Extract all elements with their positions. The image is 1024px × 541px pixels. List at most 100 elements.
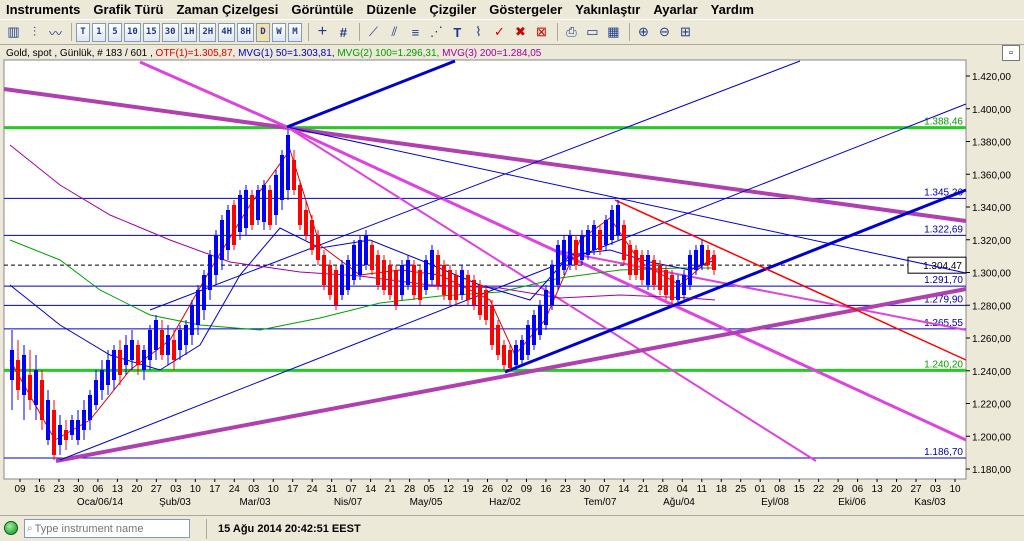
candle-body — [532, 315, 536, 345]
candle-body — [136, 345, 140, 365]
delete-all-icon[interactable]: ⊠ — [532, 23, 551, 42]
text-icon[interactable]: T — [448, 23, 467, 42]
candle-body — [550, 265, 554, 305]
candle-body — [544, 290, 548, 325]
candle-body — [94, 380, 98, 405]
timeframe-4H[interactable]: 4H — [218, 22, 236, 42]
menu-2[interactable]: Zaman Çizelgesi — [170, 2, 285, 17]
timeframe-2H[interactable]: 2H — [199, 22, 217, 42]
candle-body — [196, 290, 200, 325]
candle-body — [454, 275, 458, 300]
separator — [358, 23, 360, 41]
chart-type-icon[interactable]: ▥ — [4, 23, 23, 42]
timeframe-M[interactable]: M — [287, 22, 302, 42]
candle-body — [664, 270, 668, 295]
menu-1[interactable]: Grafik Türü — [87, 2, 170, 17]
timeframe-W[interactable]: W — [271, 22, 286, 42]
day-tick-label: 09 — [14, 484, 26, 495]
level-label: 1.291,70 — [924, 275, 963, 286]
timeframe-1[interactable]: 1 — [92, 22, 106, 42]
gann-fan-icon[interactable]: ⋰ — [427, 23, 446, 42]
instrument-search[interactable]: ⌕ — [24, 519, 190, 538]
menu-8[interactable]: Ayarlar — [647, 2, 704, 17]
bar-chart-icon[interactable]: ⫶ — [25, 23, 44, 42]
day-tick-label: 03 — [248, 484, 260, 495]
channel-icon[interactable]: ⫽ — [385, 23, 404, 42]
crosshair-icon[interactable]: + — [313, 23, 332, 42]
month-label: Ağu/04 — [663, 497, 695, 508]
menu-0[interactable]: Instruments — [0, 2, 87, 17]
timeframe-T[interactable]: T — [76, 22, 90, 42]
candle-body — [250, 195, 254, 225]
zoom-out-icon[interactable]: ⊖ — [655, 23, 674, 42]
timeframe-D[interactable]: D — [255, 22, 270, 42]
month-label: Kas/03 — [914, 497, 946, 508]
hash-grid-icon[interactable]: # — [334, 23, 353, 42]
day-tick-label: 26 — [482, 484, 494, 495]
cycles-icon[interactable]: ⌇ — [469, 23, 488, 42]
day-tick-label: 21 — [385, 484, 397, 495]
day-tick-label: 24 — [229, 484, 241, 495]
table-icon[interactable]: ▦ — [604, 23, 623, 42]
candle-body — [478, 285, 482, 315]
candle-body — [76, 420, 80, 440]
menu-7[interactable]: Yakınlaştır — [569, 2, 647, 17]
print-icon[interactable]: ⎙ — [562, 23, 581, 42]
candle-body — [304, 210, 308, 235]
candle-body — [406, 260, 410, 285]
zoom-in-icon[interactable]: ⊕ — [634, 23, 653, 42]
month-label: Nis/07 — [334, 497, 363, 508]
timeframe-5[interactable]: 5 — [108, 22, 122, 42]
candle-body — [22, 355, 26, 395]
timeframe-15[interactable]: 15 — [142, 22, 160, 42]
timeframe-10[interactable]: 10 — [124, 22, 141, 42]
day-tick-label: 05 — [424, 484, 436, 495]
check-icon[interactable]: ✓ — [490, 23, 509, 42]
menu-3[interactable]: Görüntüle — [285, 2, 360, 17]
candle-body — [394, 270, 398, 305]
price-tick-label: 1.420,00 — [972, 72, 1011, 83]
day-tick-label: 16 — [34, 484, 46, 495]
fit-icon[interactable]: ⊞ — [676, 23, 695, 42]
candle-body — [430, 250, 434, 280]
candle-body — [418, 270, 422, 300]
price-chart[interactable]: 1.420,00 1.400,00 1.380,00 1.360,00 1.340,00… — [0, 46, 1024, 514]
menu-4[interactable]: Düzenle — [360, 2, 423, 17]
candle-body — [358, 240, 362, 275]
chart-area[interactable]: Gold, spot , Günlük, # 183 / 601 , OTF(1… — [0, 45, 1024, 514]
candle-body — [238, 195, 242, 232]
menu-9[interactable]: Yardım — [705, 2, 761, 17]
candle-body — [520, 340, 524, 360]
timeframe-1H[interactable]: 1H — [180, 22, 198, 42]
image-icon[interactable]: ▭ — [583, 23, 602, 42]
day-tick-label: 18 — [716, 484, 728, 495]
candle-body — [556, 245, 560, 285]
candle-body — [694, 250, 698, 270]
menu-5[interactable]: Çizgiler — [423, 2, 483, 17]
line-chart-icon[interactable]: 〰 — [46, 23, 65, 42]
candle-body — [286, 135, 290, 190]
status-datetime: 15 Ağu 2014 20:42:51 EEST — [218, 523, 361, 535]
candle-body — [490, 305, 494, 345]
timeframe-8H[interactable]: 8H — [237, 22, 254, 42]
candle-body — [574, 240, 578, 265]
candle-body — [214, 235, 218, 275]
month-label: May/05 — [410, 497, 443, 508]
instrument-search-input[interactable] — [32, 522, 177, 535]
day-tick-label: 12 — [443, 484, 455, 495]
trendline-icon[interactable]: ⟋ — [364, 23, 383, 42]
fibonacci-icon[interactable]: ≡ — [406, 23, 425, 42]
candle-body — [130, 340, 134, 360]
day-tick-label: 20 — [891, 484, 903, 495]
candle-body — [316, 235, 320, 260]
price-tick-label: 1.180,00 — [972, 465, 1011, 476]
candle-body — [370, 245, 374, 270]
delete-lines-icon[interactable]: ✖ — [511, 23, 530, 42]
day-tick-label: 31 — [326, 484, 338, 495]
menu-6[interactable]: Göstergeler — [483, 2, 569, 17]
candle-body — [364, 235, 368, 265]
timeframe-30[interactable]: 30 — [161, 22, 179, 42]
price-tick-label: 1.380,00 — [972, 138, 1011, 149]
day-tick-label: 23 — [560, 484, 572, 495]
candle-body — [268, 190, 272, 225]
